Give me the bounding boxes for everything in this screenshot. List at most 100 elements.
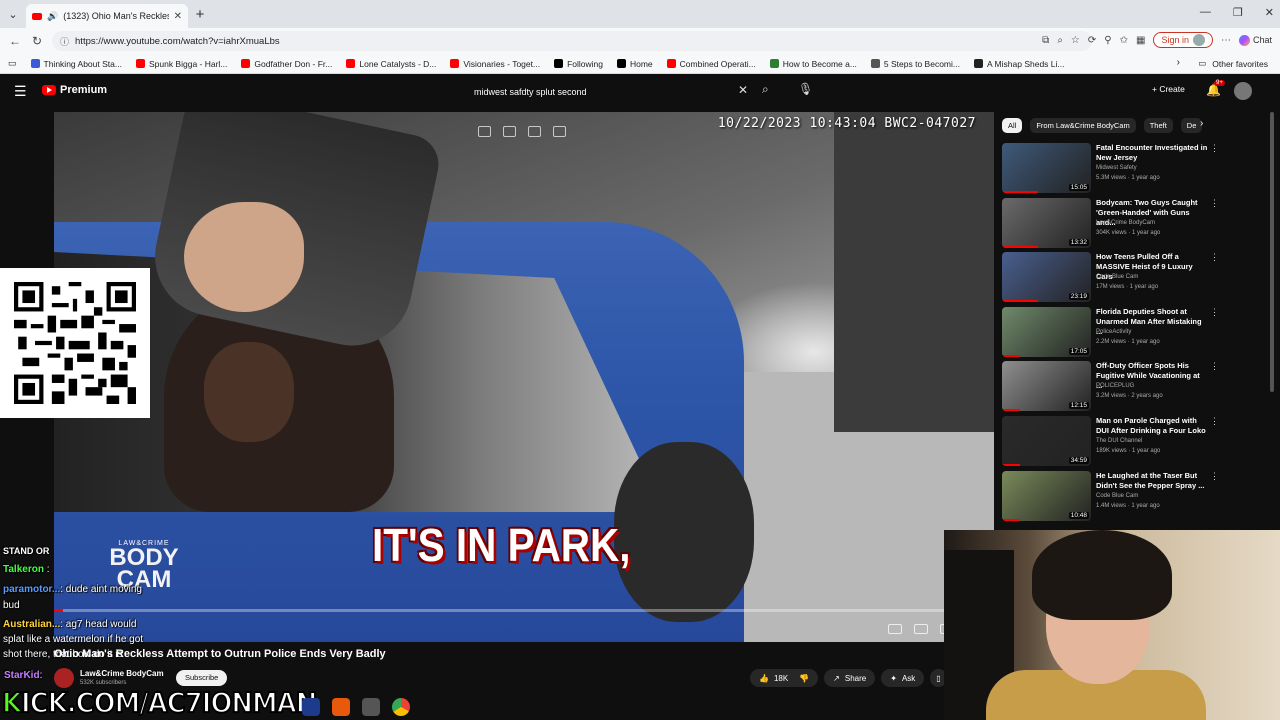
recommended-video-thumbnail[interactable]: 10:48: [1002, 470, 1091, 521]
address-bar[interactable]: ⓘ https://www.youtube.com/watch?v=iahrXm…: [52, 31, 1092, 51]
more-options-icon[interactable]: ⋮: [1210, 307, 1219, 318]
collections-icon[interactable]: ▦: [1136, 35, 1145, 46]
recommended-video-channel[interactable]: Code Blue Cam: [1096, 493, 1138, 499]
recommended-video[interactable]: 10:48 He Laughed at the Taser But Didn't …: [1002, 470, 1222, 521]
recommended-video-channel[interactable]: The DUI Channel: [1096, 438, 1142, 444]
translate-icon[interactable]: [553, 126, 566, 137]
recommended-video[interactable]: 12:15 Off-Duty Officer Spots His Fugitive…: [1002, 361, 1222, 412]
pip-icon[interactable]: [503, 126, 516, 137]
more-options-icon[interactable]: ⋮: [1210, 471, 1219, 482]
speaker-icon[interactable]: 🔊: [47, 11, 58, 22]
sign-in-button[interactable]: Sign in: [1153, 32, 1213, 48]
recommended-video-thumbnail[interactable]: 34:59: [1002, 416, 1091, 466]
recommended-video[interactable]: 23:19 How Teens Pulled Off a MASSIVE Heis…: [1002, 252, 1222, 303]
filter-chip[interactable]: From Law&Crime BodyCam: [1030, 117, 1136, 133]
copilot-chat-button[interactable]: Chat: [1238, 34, 1272, 46]
account-avatar[interactable]: [1234, 82, 1252, 100]
bookmark-item[interactable]: Combined Operati...: [666, 59, 756, 69]
bookmark-favicon-icon: [666, 59, 676, 68]
subscribe-button[interactable]: Subscribe: [176, 670, 228, 686]
recommended-video-thumbnail[interactable]: 17:05: [1002, 306, 1091, 357]
more-options-icon[interactable]: ⋮: [1210, 361, 1219, 372]
video-officer-arm: [834, 112, 994, 432]
recommended-video-channel[interactable]: Law&Crime BodyCam: [1096, 220, 1155, 226]
more-options-icon[interactable]: ⋮: [1210, 252, 1219, 263]
taskbar-app-blue-icon[interactable]: [302, 698, 320, 716]
bookmark-item[interactable]: Spunk Bigga - Harl...: [135, 59, 227, 69]
bookmark-item[interactable]: Godfather Don - Fr...: [241, 59, 332, 69]
bookmark-item[interactable]: Thinking About Sta...: [30, 59, 122, 69]
recommended-video-title[interactable]: Man on Parole Charged with DUI After Dri…: [1096, 416, 1208, 436]
autoplay-icon[interactable]: [888, 624, 902, 634]
search-input[interactable]: midwest safdty splut second: [466, 81, 756, 103]
more-options-icon[interactable]: ⋮: [1210, 143, 1219, 154]
notes-icon[interactable]: [528, 126, 541, 137]
reload-icon[interactable]: ↻: [26, 34, 48, 48]
microphone-icon[interactable]: 🎙: [798, 82, 813, 96]
window-close-icon[interactable]: ✕: [1265, 6, 1274, 19]
site-info-icon[interactable]: ⓘ: [60, 35, 69, 48]
recommended-video-channel[interactable]: Code Blue Cam: [1096, 274, 1138, 280]
zoom-icon[interactable]: ⌕: [1057, 35, 1063, 46]
bookmark-item[interactable]: 5 Steps to Becomi...: [870, 59, 960, 69]
recommended-video-title[interactable]: He Laughed at the Taser But Didn't See t…: [1096, 471, 1208, 491]
taskbar-settings-gear-icon[interactable]: [362, 698, 380, 716]
ask-button[interactable]: ✦ Ask: [881, 669, 925, 687]
taskbar-app-orange-icon[interactable]: [332, 698, 350, 716]
create-button[interactable]: + Create: [1152, 84, 1185, 94]
reading-view-icon[interactable]: ▭: [8, 58, 17, 69]
browser-tab-active[interactable]: 🔊 (1323) Ohio Man's Reckless A ✕: [26, 4, 188, 28]
kick-channel-banner: KICK.COM/AC7IONMAN: [0, 685, 318, 720]
recommended-video[interactable]: 13:32 Bodycam: Two Guys Caught 'Green-Han…: [1002, 197, 1222, 248]
app-available-icon[interactable]: ⧉: [1042, 35, 1049, 46]
like-button[interactable]: 👍 18K 👎: [750, 669, 819, 687]
recommended-video-thumbnail[interactable]: 15:05: [1002, 143, 1091, 193]
clear-search-icon[interactable]: ✕: [738, 83, 748, 97]
recommended-video-channel[interactable]: PoliceActivity: [1096, 329, 1131, 335]
back-icon[interactable]: ←: [4, 34, 26, 48]
recommended-video-channel[interactable]: Midwest Safety: [1096, 165, 1137, 171]
more-menu-icon[interactable]: ⋯: [1221, 35, 1231, 46]
new-tab-button[interactable]: +: [188, 6, 212, 23]
tab-close-icon[interactable]: ✕: [174, 11, 182, 22]
minimize-icon[interactable]: —: [1200, 6, 1211, 19]
recommended-video-title[interactable]: Fatal Encounter Investigated in New Jers…: [1096, 143, 1208, 163]
recommended-video[interactable]: 15:05 Fatal Encounter Investigated in New…: [1002, 143, 1222, 193]
more-options-icon[interactable]: ⋮: [1210, 416, 1219, 427]
channel-name[interactable]: Law&Crime BodyCam: [80, 669, 164, 678]
recommended-video[interactable]: 17:05 Florida Deputies Shoot at Unarmed M…: [1002, 306, 1222, 357]
youtube-premium-logo[interactable]: Premium: [42, 84, 107, 96]
thumbs-down-icon[interactable]: 👎: [799, 674, 809, 683]
refresh-extension-icon[interactable]: ⟳: [1088, 35, 1096, 46]
tab-search-chevron-icon[interactable]: ⌄: [0, 0, 26, 28]
favorite-star-icon[interactable]: ☆: [1071, 35, 1080, 46]
other-favorites[interactable]: ▭ Other favorites: [1198, 58, 1268, 69]
more-options-icon[interactable]: ⋮: [1210, 198, 1219, 209]
chips-next-chevron-icon[interactable]: ›: [1200, 118, 1203, 129]
extensions-icon[interactable]: ⚲: [1104, 35, 1111, 46]
recommended-video-thumbnail[interactable]: 23:19: [1002, 252, 1091, 303]
captions-icon[interactable]: [914, 624, 928, 634]
scrollbar[interactable]: [1270, 112, 1274, 392]
bookmark-item[interactable]: Home: [616, 59, 653, 69]
bookmark-item[interactable]: How to Become a...: [769, 59, 857, 69]
bookmarks-overflow-chevron-icon[interactable]: ›: [1177, 57, 1180, 68]
filter-chip[interactable]: All: [1002, 117, 1023, 133]
recommended-video[interactable]: 34:59 Man on Parole Charged with DUI Afte…: [1002, 416, 1222, 466]
favorites-icon[interactable]: ✩: [1120, 35, 1128, 46]
bookmark-item[interactable]: Lone Catalysts - D...: [346, 59, 436, 69]
bookmark-item[interactable]: Visionaries - Toget...: [450, 59, 540, 69]
bookmark-item[interactable]: Following: [554, 59, 603, 69]
maximize-icon[interactable]: ❐: [1233, 6, 1243, 19]
search-icon[interactable]: ⌕: [762, 82, 769, 97]
recommended-video-channel[interactable]: POLICEPLUG: [1096, 383, 1134, 389]
recommended-video-thumbnail[interactable]: 13:32: [1002, 197, 1091, 248]
taskbar-chrome-icon[interactable]: [392, 698, 410, 716]
filter-chip[interactable]: Theft: [1143, 117, 1173, 133]
hamburger-menu-icon[interactable]: ☰: [14, 83, 27, 100]
channel-avatar[interactable]: [54, 668, 74, 688]
bookmark-item[interactable]: A Mishap Sheds Li...: [974, 59, 1065, 69]
recommended-video-thumbnail[interactable]: 12:15: [1002, 361, 1091, 412]
miniplayer-icon[interactable]: [478, 126, 491, 137]
share-button[interactable]: ↗ Share: [824, 669, 876, 687]
